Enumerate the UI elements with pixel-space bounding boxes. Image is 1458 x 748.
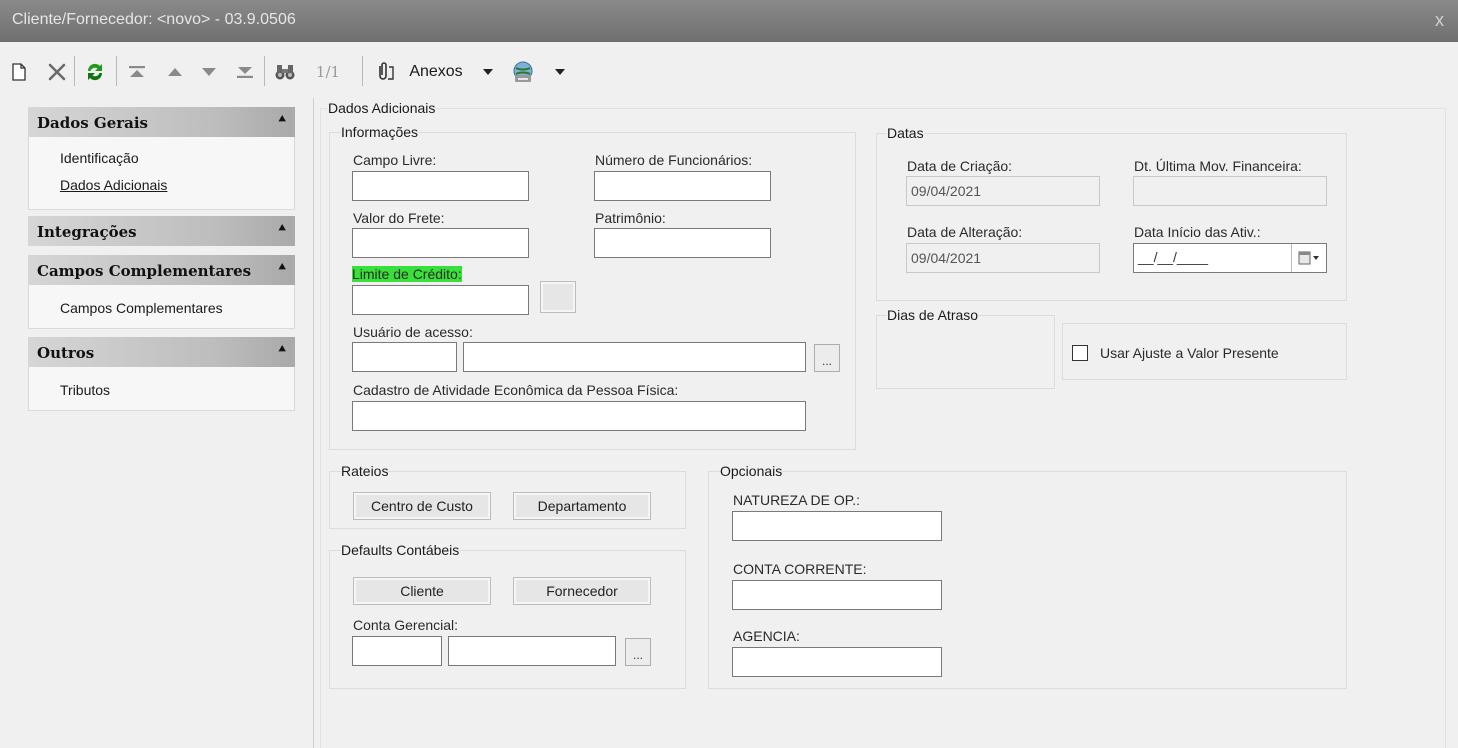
patrimonio-input[interactable] xyxy=(594,228,771,258)
limite-credito-button[interactable] xyxy=(540,281,576,313)
dias-atraso-group xyxy=(876,315,1055,389)
dias-atraso-title: Dias de Atraso xyxy=(887,307,979,323)
fornecedor-button[interactable]: Fornecedor xyxy=(513,577,651,605)
defaults-contabeis-title: Defaults Contábeis xyxy=(341,542,460,558)
data-alteracao-label: Data de Alteração: xyxy=(907,224,1023,240)
departamento-button[interactable]: Departamento xyxy=(513,492,651,520)
data-criacao-label: Data de Criação: xyxy=(907,158,1013,174)
natureza-label: NATUREZA DE OP.: xyxy=(733,492,861,508)
agencia-label: AGENCIA: xyxy=(733,628,800,644)
nav-section-dados-gerais[interactable]: Dados Gerais ⯅ xyxy=(28,107,295,137)
ultima-mov-label: Dt. Última Mov. Financeira: xyxy=(1134,158,1302,174)
ajuste-label: Usar Ajuste a Valor Presente xyxy=(1100,345,1279,361)
numero-funcionarios-input[interactable] xyxy=(594,171,771,201)
dropdown-arrow-icon[interactable] xyxy=(478,60,498,84)
window-title-bar: Cliente/Fornecedor: <novo> - 03.9.0506 x xyxy=(0,0,1458,42)
nav-section-title: Dados Gerais xyxy=(37,114,149,132)
valor-frete-input[interactable] xyxy=(352,228,529,258)
centro-custo-button[interactable]: Centro de Custo xyxy=(353,492,491,520)
collapse-chevron-icon[interactable]: ⯅ xyxy=(277,112,287,127)
usuario-acesso-lookup-button[interactable]: ... xyxy=(814,344,840,372)
usuario-acesso-code-input[interactable] xyxy=(352,342,457,372)
nav-item-identificacao[interactable]: Identificação xyxy=(60,150,139,166)
globe-printer-icon[interactable] xyxy=(508,60,538,84)
cadastro-atividade-label: Cadastro de Atividade Econômica da Pesso… xyxy=(353,382,679,398)
close-button[interactable]: x xyxy=(1435,10,1444,31)
dropdown-arrow-icon[interactable] xyxy=(550,60,570,84)
inicio-ativ-mask: __/__/____ xyxy=(1138,249,1209,265)
limite-credito-input[interactable] xyxy=(352,285,529,315)
nav-section-outros[interactable]: Outros ⯅ xyxy=(28,337,295,367)
collapse-chevron-icon[interactable]: ⯅ xyxy=(277,221,287,236)
nav-item-dados-adicionais[interactable]: Dados Adicionais xyxy=(60,177,167,193)
record-counter: 1/1 xyxy=(315,63,341,81)
cliente-button[interactable]: Cliente xyxy=(353,577,491,605)
binoculars-icon[interactable] xyxy=(272,60,298,84)
usuario-acesso-name-input[interactable] xyxy=(463,342,806,372)
first-record-icon[interactable] xyxy=(124,60,150,84)
nav-section-title: Integrações xyxy=(37,223,137,241)
nav-section-integracoes[interactable]: Integrações ⯅ xyxy=(28,216,295,246)
ajuste-checkbox[interactable] xyxy=(1072,345,1088,361)
attachments-button[interactable]: Anexos xyxy=(403,60,469,84)
usuario-acesso-label: Usuário de acesso: xyxy=(353,324,473,340)
ultima-mov-field xyxy=(1133,176,1327,206)
datas-title: Datas xyxy=(887,125,924,141)
last-record-icon[interactable] xyxy=(232,60,258,84)
limite-credito-label: Limite de Crédito: xyxy=(352,266,462,282)
window-title: Cliente/Fornecedor: <novo> - 03.9.0506 xyxy=(12,11,296,28)
informacoes-title: Informações xyxy=(341,124,419,140)
nav-item-campos-complementares[interactable]: Campos Complementares xyxy=(60,300,223,316)
valor-frete-label: Valor do Frete: xyxy=(353,210,445,226)
nav-section-campos-complementares[interactable]: Campos Complementares ⯅ xyxy=(28,255,295,285)
opcionais-title: Opcionais xyxy=(720,463,783,479)
previous-record-icon[interactable] xyxy=(164,60,186,84)
nav-section-body xyxy=(28,137,295,210)
delete-icon[interactable] xyxy=(44,60,70,84)
new-document-icon[interactable] xyxy=(8,60,30,84)
campo-livre-label: Campo Livre: xyxy=(353,152,437,168)
agencia-input[interactable] xyxy=(732,647,942,677)
cadastro-atividade-input[interactable] xyxy=(352,401,806,431)
campo-livre-input[interactable] xyxy=(352,171,529,201)
page-title: Dados Adicionais xyxy=(328,100,436,116)
conta-gerencial-code-input[interactable] xyxy=(352,636,442,666)
next-record-icon[interactable] xyxy=(198,60,220,84)
data-criacao-field: 09/04/2021 xyxy=(906,176,1100,206)
calendar-dropdown-icon[interactable] xyxy=(1298,250,1320,269)
inicio-ativ-input[interactable]: __/__/____ xyxy=(1133,243,1327,273)
conta-gerencial-label: Conta Gerencial: xyxy=(353,617,459,633)
conta-gerencial-lookup-button[interactable]: ... xyxy=(625,638,651,666)
rateios-title: Rateios xyxy=(341,463,389,479)
natureza-input[interactable] xyxy=(732,511,942,541)
inicio-ativ-label: Data Início das Ativ.: xyxy=(1134,224,1261,240)
nav-section-title: Campos Complementares xyxy=(37,262,252,280)
data-alteracao-field: 09/04/2021 xyxy=(906,243,1100,273)
conta-corrente-label: CONTA CORRENTE: xyxy=(733,561,867,577)
patrimonio-label: Patrimônio: xyxy=(595,210,666,226)
numero-funcionarios-label: Número de Funcionários: xyxy=(595,152,753,168)
toolbar: 1/1 Anexos xyxy=(0,42,1458,98)
conta-corrente-input[interactable] xyxy=(732,580,942,610)
collapse-chevron-icon[interactable]: ⯅ xyxy=(277,260,287,275)
nav-item-tributos[interactable]: Tributos xyxy=(60,382,110,398)
conta-gerencial-name-input[interactable] xyxy=(448,636,616,666)
nav-section-title: Outros xyxy=(37,344,95,362)
refresh-icon[interactable] xyxy=(82,60,108,84)
collapse-chevron-icon[interactable]: ⯅ xyxy=(277,342,287,357)
paperclip-icon[interactable] xyxy=(372,60,402,84)
